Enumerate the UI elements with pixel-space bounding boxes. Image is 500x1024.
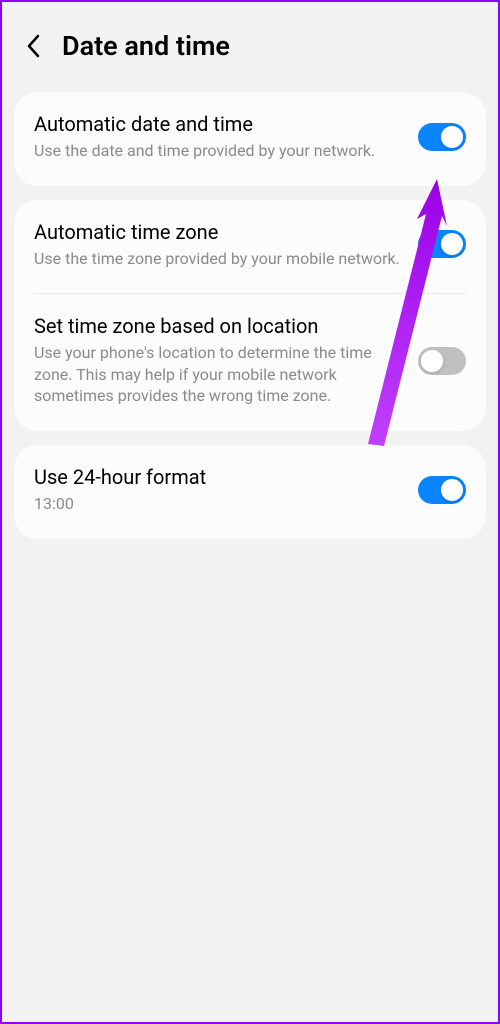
setting-24hour[interactable]: Use 24-hour format 13:00 bbox=[14, 445, 486, 539]
toggle-knob bbox=[440, 478, 464, 502]
toggle-knob bbox=[440, 125, 464, 149]
setting-location-timezone[interactable]: Set time zone based on location Use your… bbox=[14, 294, 486, 431]
setting-title: Automatic time zone bbox=[34, 220, 404, 244]
card-auto-datetime: Automatic date and time Use the date and… bbox=[14, 92, 486, 186]
toggle-location-timezone[interactable] bbox=[418, 347, 466, 375]
setting-title: Set time zone based on location bbox=[34, 314, 404, 338]
setting-desc: 13:00 bbox=[34, 493, 404, 515]
toggle-24hour[interactable] bbox=[418, 476, 466, 504]
content: Automatic date and time Use the date and… bbox=[2, 88, 498, 539]
setting-desc: Use the date and time provided by your n… bbox=[34, 140, 404, 162]
setting-text: Automatic date and time Use the date and… bbox=[34, 112, 418, 162]
toggle-knob bbox=[440, 232, 464, 256]
header: Date and time bbox=[2, 2, 498, 88]
toggle-auto-datetime[interactable] bbox=[418, 123, 466, 151]
page-title: Date and time bbox=[62, 30, 230, 62]
card-24hour: Use 24-hour format 13:00 bbox=[14, 445, 486, 539]
toggle-knob bbox=[420, 349, 444, 373]
setting-text: Automatic time zone Use the time zone pr… bbox=[34, 220, 418, 270]
setting-text: Set time zone based on location Use your… bbox=[34, 314, 418, 407]
toggle-auto-timezone[interactable] bbox=[418, 230, 466, 258]
setting-auto-timezone[interactable]: Automatic time zone Use the time zone pr… bbox=[14, 200, 486, 294]
setting-desc: Use your phone's location to determine t… bbox=[34, 342, 404, 407]
back-icon[interactable] bbox=[24, 37, 42, 55]
setting-desc: Use the time zone provided by your mobil… bbox=[34, 248, 404, 270]
setting-title: Automatic date and time bbox=[34, 112, 404, 136]
card-timezone: Automatic time zone Use the time zone pr… bbox=[14, 200, 486, 431]
setting-title: Use 24-hour format bbox=[34, 465, 404, 489]
setting-text: Use 24-hour format 13:00 bbox=[34, 465, 418, 515]
setting-auto-datetime[interactable]: Automatic date and time Use the date and… bbox=[14, 92, 486, 186]
